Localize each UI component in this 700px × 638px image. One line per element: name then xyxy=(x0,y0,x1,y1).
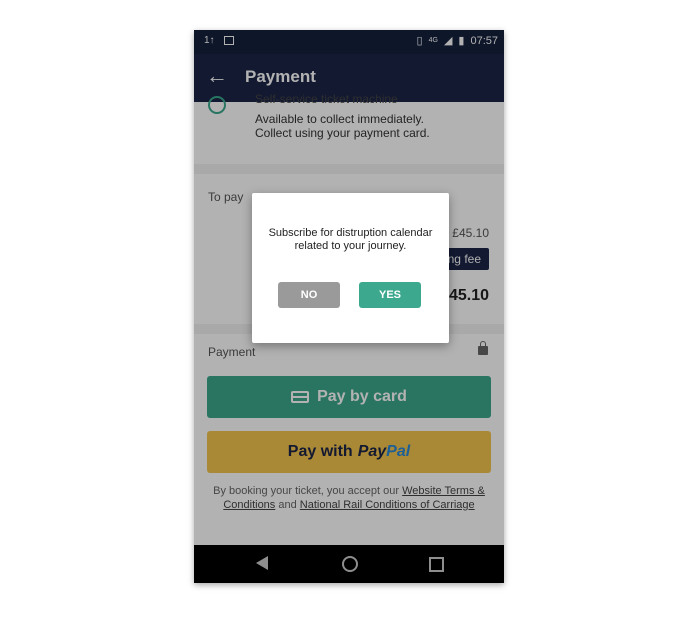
phone-screen: 1↑ ▯ 4G ◢ ▮ 07:57 ← Payment Self-service… xyxy=(194,30,504,583)
dialog-message: Subscribe for distruption calendar relat… xyxy=(268,227,433,252)
no-button[interactable]: NO xyxy=(278,282,340,308)
yes-button[interactable]: YES xyxy=(359,282,421,308)
subscribe-dialog: Subscribe for distruption calendar relat… xyxy=(252,193,449,343)
